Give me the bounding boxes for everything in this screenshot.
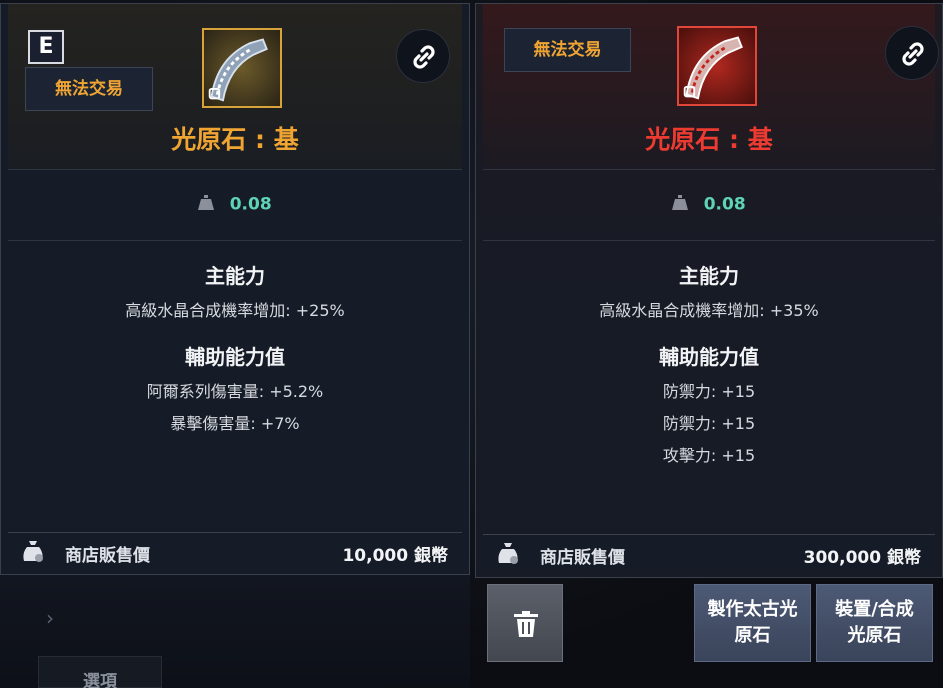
- options-tab[interactable]: 選項: [38, 656, 162, 688]
- trade-status-badge: 無法交易: [504, 28, 631, 72]
- trash-icon: [514, 611, 538, 637]
- link-icon: [902, 42, 924, 66]
- money-bag-icon: [22, 539, 44, 567]
- link-button[interactable]: [396, 29, 450, 83]
- craft-label-line1: 製作太古光: [707, 599, 798, 620]
- trade-status-badge: 無法交易: [25, 67, 153, 111]
- sub-stat-line: 防禦力: +15: [662, 382, 756, 401]
- light-stone-red-icon: [677, 26, 757, 106]
- light-stone-gold-icon: [202, 28, 282, 108]
- sub-stat-line: 攻擊力: +15: [662, 446, 756, 465]
- equip-label-line2: 光原石: [847, 625, 902, 646]
- item-tooltip-right: 無法交易 光原石: 基 0.08 主能力 高級水晶合成機率增加: +35% 輔…: [475, 3, 943, 578]
- weight-row: 0.08: [483, 171, 935, 241]
- stats-section: 主能力 高級水晶合成機率增加: +35% 輔助能力值 防禦力: +15 防禦力:…: [483, 242, 935, 466]
- weight-value: 0.08: [229, 194, 272, 215]
- money-bag-icon: [497, 541, 519, 569]
- item-name: 光原石 : 基: [645, 125, 773, 154]
- tooltip-header: E 無法交易 光原石: 基: [8, 4, 462, 170]
- main-stat-title: 主能力: [679, 264, 739, 288]
- craft-ancient-stone-button[interactable]: 製作太古光 原石: [694, 584, 811, 662]
- item-name: 光原石 : 基: [171, 125, 299, 154]
- grade-badge: E: [28, 30, 64, 64]
- stats-section: 主能力 高級水晶合成機率增加: +25% 輔助能力值 阿爾系列傷害量: +5.2…: [8, 242, 462, 434]
- link-button[interactable]: [885, 26, 939, 80]
- main-stat-line: 高級水晶合成機率增加: +25%: [125, 301, 345, 320]
- shop-price-row: 商店販售價 300,000 銀幣: [483, 534, 935, 570]
- weight-icon: [672, 193, 689, 216]
- shop-price-label: 商店販售價: [540, 548, 625, 568]
- sub-stat-title: 輔助能力值: [659, 345, 759, 369]
- main-stat-title: 主能力: [205, 264, 265, 288]
- weight-value: 0.08: [703, 194, 746, 215]
- shop-price-value: 10,000 銀幣: [342, 546, 448, 566]
- main-stat-line: 高級水晶合成機率增加: +35%: [599, 301, 819, 320]
- shop-price-value: 300,000 銀幣: [803, 548, 921, 568]
- link-icon: [413, 45, 435, 69]
- sub-stat-title: 輔助能力值: [185, 345, 285, 369]
- weight-icon: [198, 193, 215, 216]
- equip-combine-button[interactable]: 裝置/合成 光原石: [816, 584, 933, 662]
- shop-price-label: 商店販售價: [65, 546, 150, 566]
- sub-stat-line: 暴擊傷害量: +7%: [170, 414, 300, 433]
- shop-price-row: 商店販售價 10,000 銀幣: [8, 532, 462, 568]
- tooltip-header: 無法交易 光原石: 基: [483, 4, 939, 170]
- sub-stat-line: 阿爾系列傷害量: +5.2%: [146, 382, 324, 401]
- craft-label-line2: 原石: [734, 625, 771, 646]
- equip-label-line1: 裝置/合成: [835, 599, 914, 620]
- sub-stat-line: 防禦力: +15: [662, 414, 756, 433]
- delete-button[interactable]: [487, 584, 563, 662]
- weight-row: 0.08: [8, 171, 462, 241]
- item-tooltip-left: E 無法交易 光原石: 基 0.08 主能力 高級水晶合成機率增加: +25%…: [0, 3, 470, 575]
- chevron-right-icon[interactable]: ›: [46, 606, 54, 630]
